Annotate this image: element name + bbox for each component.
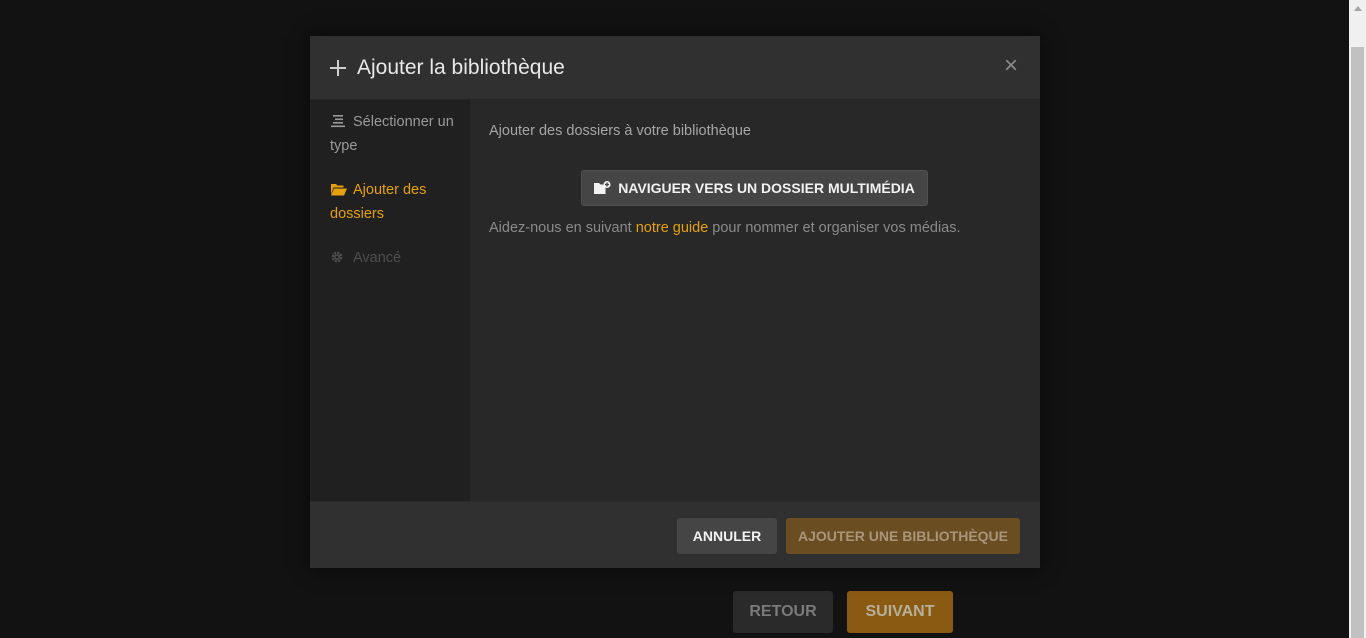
browse-button-label: NAVIGUER VERS UN DOSSIER MULTIMÉDIA <box>618 180 915 196</box>
browse-media-folder-button[interactable]: NAVIGUER VERS UN DOSSIER MULTIMÉDIA <box>581 170 928 206</box>
gear-icon <box>331 251 343 263</box>
back-button[interactable]: RETOUR <box>733 591 833 633</box>
dialog-content: Ajouter des dossiers à votre bibliothèqu… <box>470 100 1040 501</box>
list-icon <box>331 115 345 128</box>
dialog-title: Ajouter la bibliothèque <box>357 56 565 79</box>
cancel-button[interactable]: ANNULER <box>677 518 777 554</box>
help-text: Aidez-nous en suivant notre guide pour n… <box>489 220 961 236</box>
scroll-thumb[interactable] <box>1351 47 1364 638</box>
page: RETOUR SUIVANT Ajouter la bibliothèque ×… <box>0 0 1366 638</box>
close-icon[interactable]: × <box>1000 54 1022 78</box>
sidebar-item-label: Avancé <box>353 250 402 266</box>
add-library-dialog: Ajouter la bibliothèque × Sélectionner u… <box>310 36 1040 568</box>
help-text-after: pour nommer et organiser vos médias. <box>708 220 961 236</box>
dialog-header: Ajouter la bibliothèque × <box>310 36 1040 100</box>
folder-open-icon <box>331 184 347 196</box>
scroll-up-arrow-icon[interactable] <box>1349 0 1366 17</box>
dialog-footer: ANNULER AJOUTER UNE BIBLIOTHÈQUE <box>310 501 1040 568</box>
folder-plus-icon <box>594 181 611 194</box>
plus-icon <box>330 60 346 76</box>
sidebar-item-select-type[interactable]: Sélectionner un type <box>330 110 460 158</box>
sidebar-item-advanced: Avancé <box>330 246 460 270</box>
next-button[interactable]: SUIVANT <box>847 591 953 633</box>
help-text-before: Aidez-nous en suivant <box>489 220 636 236</box>
vertical-scrollbar[interactable] <box>1349 0 1366 638</box>
content-heading: Ajouter des dossiers à votre bibliothèqu… <box>489 123 751 139</box>
wizard-steps-sidebar: Sélectionner un type Ajouter des dossier… <box>310 100 470 501</box>
add-library-button[interactable]: AJOUTER UNE BIBLIOTHÈQUE <box>786 518 1020 554</box>
sidebar-item-label: Sélectionner un type <box>330 114 454 154</box>
sidebar-item-add-folders[interactable]: Ajouter des dossiers <box>330 178 460 226</box>
guide-link[interactable]: notre guide <box>636 220 709 236</box>
